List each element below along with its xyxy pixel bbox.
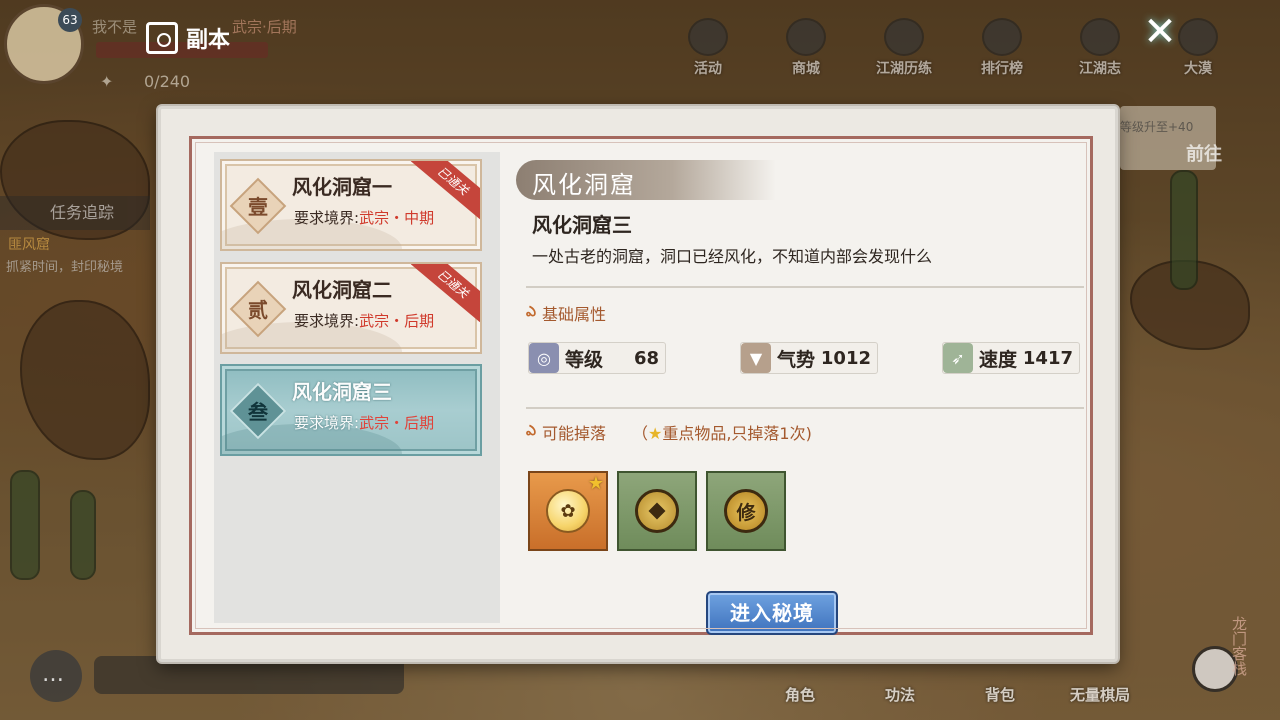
requirement-label: 要求境界: — [294, 414, 360, 432]
star-icon: ★ — [648, 424, 663, 443]
player-level-badge: 63 — [58, 8, 82, 32]
momentum-icon: ▼ — [741, 343, 771, 373]
stat-speed: ➶ 速度 1417 — [942, 342, 1080, 374]
cultivation-token-icon: 修 — [724, 489, 768, 533]
drop-note-paren: （ — [631, 424, 648, 443]
attributes-label: 基础属性 — [541, 305, 606, 324]
nav-ranking[interactable]: 排行榜 — [964, 18, 1040, 78]
player-realm: 武宗·后期 — [232, 18, 297, 36]
close-button[interactable]: ✕ — [1138, 10, 1182, 54]
stamina-icon: ✦ — [100, 72, 114, 91]
dungeon-requirement: 要求境界:武宗・中期 — [294, 207, 434, 228]
key-item-star-icon: ★ — [587, 473, 604, 494]
drops-label: 可能掉落 — [541, 424, 606, 443]
nav-label: 商城 — [792, 61, 820, 77]
dungeon-badge: 贰 — [248, 298, 268, 322]
dungeon-card-2[interactable]: 贰 风化洞窟二 要求境界:武宗・后期 已通关 — [220, 262, 482, 354]
bottom-nav: 角色 功法 背包 无量棋局 — [770, 660, 1130, 705]
dungeon-requirement: 要求境界:武宗・后期 — [294, 412, 434, 433]
dungeon-title: 风化洞窟二 — [292, 278, 392, 302]
dungeon-card-3[interactable]: 叁 风化洞窟三 要求境界:武宗・后期 — [220, 364, 482, 456]
swirl-icon: ఎ — [526, 303, 536, 320]
requirement-realm: 武宗・中期 — [359, 209, 435, 227]
requirement-label: 要求境界: — [294, 209, 360, 227]
dungeon-title: 风化洞窟三 — [292, 380, 392, 404]
dungeon-title: 风化洞窟一 — [292, 175, 392, 199]
side-banner-go[interactable]: 前往 — [1186, 140, 1222, 166]
attributes-section-label: ఎ 基础属性 — [526, 301, 606, 325]
coin-icon — [635, 489, 679, 533]
divider — [526, 286, 1084, 288]
dungeon-modal: 壹 风化洞窟一 要求境界:武宗・中期 已通关 贰 风化洞窟二 要求境界:武宗・后… — [158, 106, 1118, 662]
shop-icon — [786, 18, 826, 56]
divider — [526, 407, 1084, 409]
chat-icon: … — [42, 662, 64, 687]
page-title: 副本 — [186, 28, 231, 53]
drop-note: （★重点物品,只掉落1次) — [632, 420, 812, 444]
dungeon-list: 壹 风化洞窟一 要求境界:武宗・中期 已通关 贰 风化洞窟二 要求境界:武宗・后… — [214, 152, 500, 623]
nav-label: 活动 — [694, 61, 722, 77]
nav-training[interactable]: 江湖历练 — [866, 18, 942, 78]
inn-label[interactable]: 龙门客栈 — [1222, 616, 1248, 676]
nav-character[interactable]: 角色 — [770, 660, 830, 705]
desert-icon — [1178, 18, 1218, 56]
dungeon-detail: 风化洞窟 风化洞窟三 一处古老的洞窟，洞口已经风化，不知道内部会发现什么 ఎ 基… — [516, 152, 1088, 635]
stat-momentum: ▼ 气势 1012 — [740, 342, 878, 374]
nav-chronicle[interactable]: 江湖志 — [1062, 18, 1138, 78]
drops-section-label: ఎ 可能掉落 （★重点物品,只掉落1次) — [526, 420, 812, 444]
drop-item-slot[interactable]: ✿ ★ — [528, 471, 608, 551]
stat-name: 气势 — [777, 348, 816, 371]
quest-description: 抓紧时间，封印秘境 — [6, 260, 124, 275]
activity-icon — [688, 18, 728, 56]
stat-name: 等级 — [565, 348, 604, 371]
dungeon-icon — [146, 22, 178, 54]
dungeon-requirement: 要求境界:武宗・后期 — [294, 310, 434, 331]
detail-description: 一处古老的洞窟，洞口已经风化，不知道内部会发现什么 — [532, 247, 933, 266]
player-name: 我不是 — [92, 18, 138, 36]
nav-chess[interactable]: 无量棋局 — [1070, 660, 1130, 705]
requirement-label: 要求境界: — [294, 312, 360, 330]
detail-subtitle: 风化洞窟三 — [532, 213, 632, 237]
enter-dungeon-button[interactable]: 进入秘境 — [706, 591, 838, 635]
nav-skills[interactable]: 功法 — [870, 660, 930, 705]
nav-label: 江湖历练 — [876, 61, 932, 77]
modal-frame: 壹 风化洞窟一 要求境界:武宗・中期 已通关 贰 风化洞窟二 要求境界:武宗・后… — [189, 136, 1093, 635]
peach-icon: ✿ — [546, 489, 590, 533]
stat-level: ◎ 等级 68 — [528, 342, 666, 374]
level-icon: ◎ — [529, 343, 559, 373]
side-banner-text: 等级升至+40 — [1120, 120, 1194, 134]
ranking-icon — [982, 18, 1022, 56]
dungeon-badge: 叁 — [248, 400, 268, 424]
nav-label: 江湖志 — [1079, 61, 1121, 77]
stamina-value: 0/240 — [144, 72, 191, 91]
drop-item-slot[interactable]: 修 — [706, 471, 786, 551]
stat-name: 速度 — [979, 348, 1018, 371]
page-header[interactable]: 副本 — [146, 22, 230, 54]
nav-label: 大漠 — [1184, 61, 1212, 77]
swirl-icon: ఎ — [526, 422, 536, 439]
chronicle-icon — [1080, 18, 1120, 56]
requirement-realm: 武宗・后期 — [359, 312, 435, 330]
nav-shop[interactable]: 商城 — [768, 18, 844, 78]
nav-label: 排行榜 — [981, 61, 1023, 77]
speed-icon: ➶ — [943, 343, 973, 373]
nav-activity[interactable]: 活动 — [670, 18, 746, 78]
requirement-realm: 武宗・后期 — [359, 414, 435, 432]
quest-track-tab[interactable]: 任务追踪 — [0, 196, 150, 230]
nav-bag[interactable]: 背包 — [970, 660, 1030, 705]
stat-value: 68 — [633, 347, 659, 369]
quest-name[interactable]: 匪风窟 — [8, 234, 50, 254]
training-icon — [884, 18, 924, 56]
stat-value: 1012 — [820, 347, 871, 369]
stat-value: 1417 — [1022, 347, 1073, 369]
drop-item-slot[interactable] — [617, 471, 697, 551]
detail-title: 风化洞窟 — [532, 171, 636, 199]
dungeon-badge: 壹 — [248, 195, 268, 219]
drop-note-text: 重点物品,只掉落1次) — [662, 424, 812, 443]
dungeon-card-1[interactable]: 壹 风化洞窟一 要求境界:武宗・中期 已通关 — [220, 159, 482, 251]
